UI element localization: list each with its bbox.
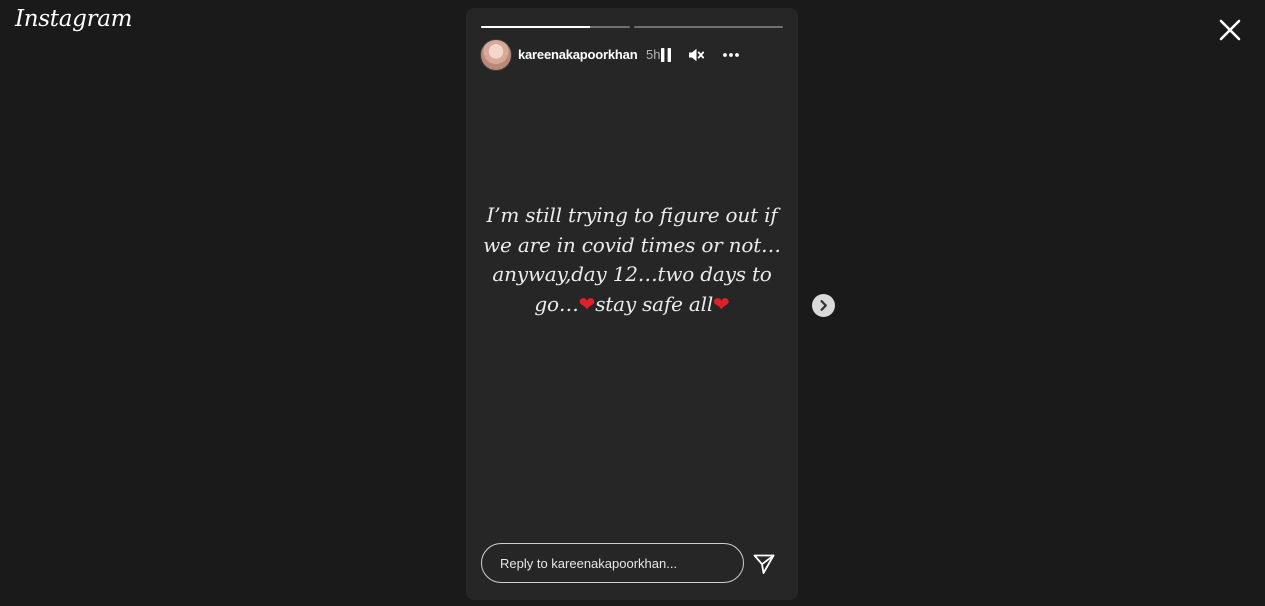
instagram-logo[interactable]: Instagram <box>15 6 133 32</box>
progress-segment <box>481 26 630 28</box>
story-text-line: anyway,day 12…two days to <box>492 262 772 286</box>
muted-speaker-icon <box>689 48 705 62</box>
pause-icon <box>661 48 671 62</box>
send-button[interactable] <box>752 552 776 576</box>
heart-emoji: ❤ <box>578 291 596 316</box>
reply-input[interactable] <box>481 543 744 583</box>
story-text-segment: go… <box>534 291 579 316</box>
story-text-line: go…❤stay safe all❤ <box>482 290 782 320</box>
story-text-line: we are in covid times or not… <box>483 232 781 257</box>
mute-button[interactable] <box>686 45 706 65</box>
more-options-icon <box>723 53 739 57</box>
more-options-button[interactable] <box>721 45 741 65</box>
story-username[interactable]: kareenakapoorkhan <box>518 47 638 62</box>
progress-segment <box>634 26 783 28</box>
avatar[interactable] <box>480 39 512 71</box>
story-text-line: I’m still trying to figure out if <box>486 203 778 227</box>
story-text: I’m still trying to figure out if we are… <box>482 201 782 319</box>
close-icon <box>1219 19 1241 41</box>
send-icon <box>753 554 775 574</box>
next-story-button[interactable] <box>812 294 835 317</box>
story-progress <box>481 26 783 28</box>
chevron-right-icon <box>820 300 827 311</box>
pause-button[interactable] <box>656 45 676 65</box>
story-viewer[interactable]: kareenakapoorkhan 5h I’m still trying to… <box>466 8 798 600</box>
heart-emoji: ❤ <box>713 291 730 316</box>
close-button[interactable] <box>1216 16 1244 44</box>
story-text-segment: stay safe all <box>595 291 714 316</box>
progress-fill <box>481 26 590 28</box>
story-header: kareenakapoorkhan 5h <box>480 39 784 71</box>
